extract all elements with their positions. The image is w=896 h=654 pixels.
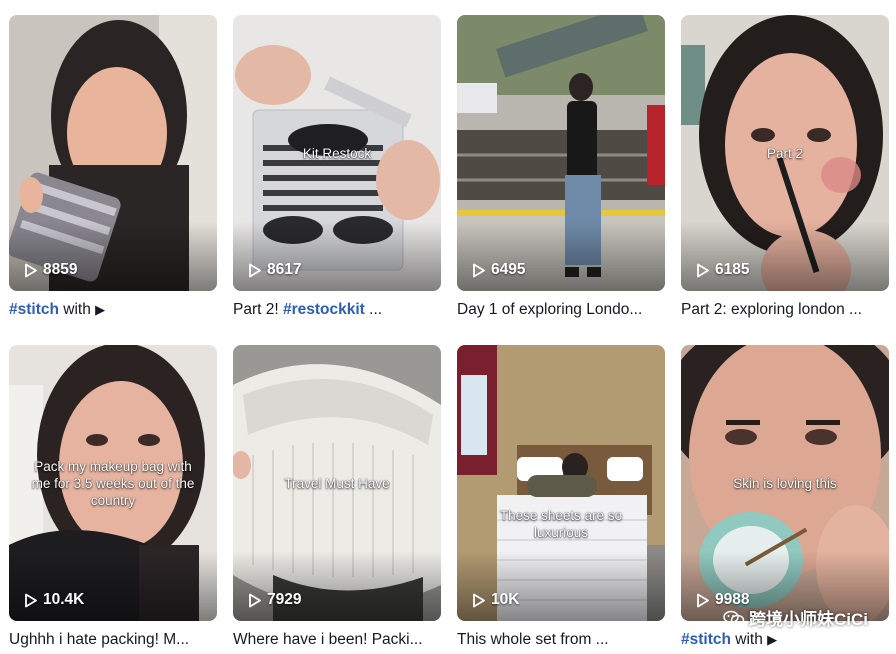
overlay-text: Pack my makeup bag with me for 3.5 weeks… [31, 459, 195, 508]
video-card[interactable]: Kit Restock 8617 Part 2! #restockkit ... [233, 15, 441, 321]
caption-play-icon: ▶ [95, 302, 106, 317]
view-count-value: 10.4K [43, 591, 85, 608]
play-icon [697, 593, 709, 607]
hashtag-link[interactable]: #stitch [681, 631, 731, 648]
overlay-text: Kit Restock [302, 146, 372, 161]
watermark-text: 跨境小师妹CiCi [749, 610, 868, 629]
wechat-logo-icon [723, 610, 745, 625]
video-caption[interactable]: #stitch with ▶ [9, 299, 217, 321]
caption-text: Day 1 of exploring Londo... [457, 301, 643, 318]
caption-play-icon: ▶ [767, 632, 778, 647]
view-count-value: 6185 [715, 261, 750, 278]
video-grid: 8859 #stitch with ▶ Kit Restock 8617 Par… [0, 0, 896, 654]
video-caption[interactable]: Where have i been! Packi... [233, 629, 441, 651]
view-count-value: 10K [491, 591, 520, 608]
caption-text: Ughhh i hate packing! M... [9, 631, 190, 648]
video-thumbnail[interactable]: Pack my makeup bag with me for 3.5 weeks… [9, 345, 217, 621]
thumbnail-shade [681, 221, 889, 291]
caption-text-suffix: ... [364, 301, 383, 318]
caption-text: Part 2! [233, 301, 283, 318]
video-thumbnail[interactable]: These sheets are so luxurious 10K [457, 345, 665, 621]
view-count-value: 6495 [491, 261, 526, 278]
video-thumbnail[interactable]: Kit Restock 8617 [233, 15, 441, 291]
video-card[interactable]: 6495 Day 1 of exploring Londo... [457, 15, 665, 321]
video-caption[interactable]: Ughhh i hate packing! M... [9, 629, 217, 651]
thumbnail-shade [9, 221, 217, 291]
thumbnail-shade [457, 221, 665, 291]
video-caption[interactable]: Day 1 of exploring Londo... [457, 299, 665, 321]
caption-text: with [730, 631, 768, 648]
hashtag-link[interactable]: #stitch [9, 301, 59, 318]
video-thumbnail[interactable]: Travel Must Have 7929 [233, 345, 441, 621]
thumbnail-shade [233, 551, 441, 621]
caption-text: Part 2: exploring london ... [681, 301, 862, 318]
play-icon [473, 263, 485, 277]
view-count: 10K [472, 591, 519, 609]
overlay-text: Part 2 [766, 146, 804, 161]
video-thumbnail[interactable]: 6495 [457, 15, 665, 291]
play-icon [25, 593, 37, 607]
view-count: 6495 [472, 261, 525, 279]
video-thumbnail[interactable]: 8859 [9, 15, 217, 291]
overlay-text: Travel Must Have [284, 476, 390, 491]
view-count-value: 8617 [267, 261, 302, 278]
video-card[interactable]: 8859 #stitch with ▶ [9, 15, 217, 321]
caption-text: This whole set from ... [457, 631, 609, 648]
view-count-value: 7929 [267, 591, 302, 608]
view-count: 10.4K [24, 591, 84, 609]
overlay-text: These sheets are so luxurious [499, 508, 623, 540]
video-card[interactable]: Pack my makeup bag with me for 3.5 weeks… [9, 345, 217, 651]
video-caption[interactable]: This whole set from ... [457, 629, 665, 651]
view-count: 8859 [24, 261, 77, 279]
thumbnail-shade [233, 221, 441, 291]
hashtag-link[interactable]: #restockkit [283, 301, 365, 318]
watermark: 跨境小师妹CiCi [723, 605, 868, 630]
video-caption[interactable]: #stitch with ▶ [681, 629, 889, 651]
view-count: 6185 [696, 261, 749, 279]
play-icon [249, 593, 261, 607]
video-caption[interactable]: Part 2! #restockkit ... [233, 299, 441, 321]
video-card[interactable]: These sheets are so luxurious 10K This w… [457, 345, 665, 651]
view-count: 8617 [248, 261, 301, 279]
thumbnail-shade [9, 551, 217, 621]
play-icon [697, 263, 709, 277]
play-icon [249, 263, 261, 277]
caption-text: Where have i been! Packi... [233, 631, 423, 648]
overlay-text: Skin is loving this [733, 476, 837, 491]
video-thumbnail[interactable]: Part 2 6185 [681, 15, 889, 291]
play-icon [25, 263, 37, 277]
thumbnail-shade [457, 551, 665, 621]
view-count-value: 8859 [43, 261, 78, 278]
video-card[interactable]: Travel Must Have 7929 Where have i been!… [233, 345, 441, 651]
video-caption[interactable]: Part 2: exploring london ... [681, 299, 889, 321]
caption-text: with [58, 301, 96, 318]
view-count: 7929 [248, 591, 301, 609]
video-card[interactable]: Part 2 6185 Part 2: exploring london ... [681, 15, 889, 321]
play-icon [473, 593, 485, 607]
video-thumbnail[interactable]: Skin is loving this 9988 [681, 345, 889, 621]
